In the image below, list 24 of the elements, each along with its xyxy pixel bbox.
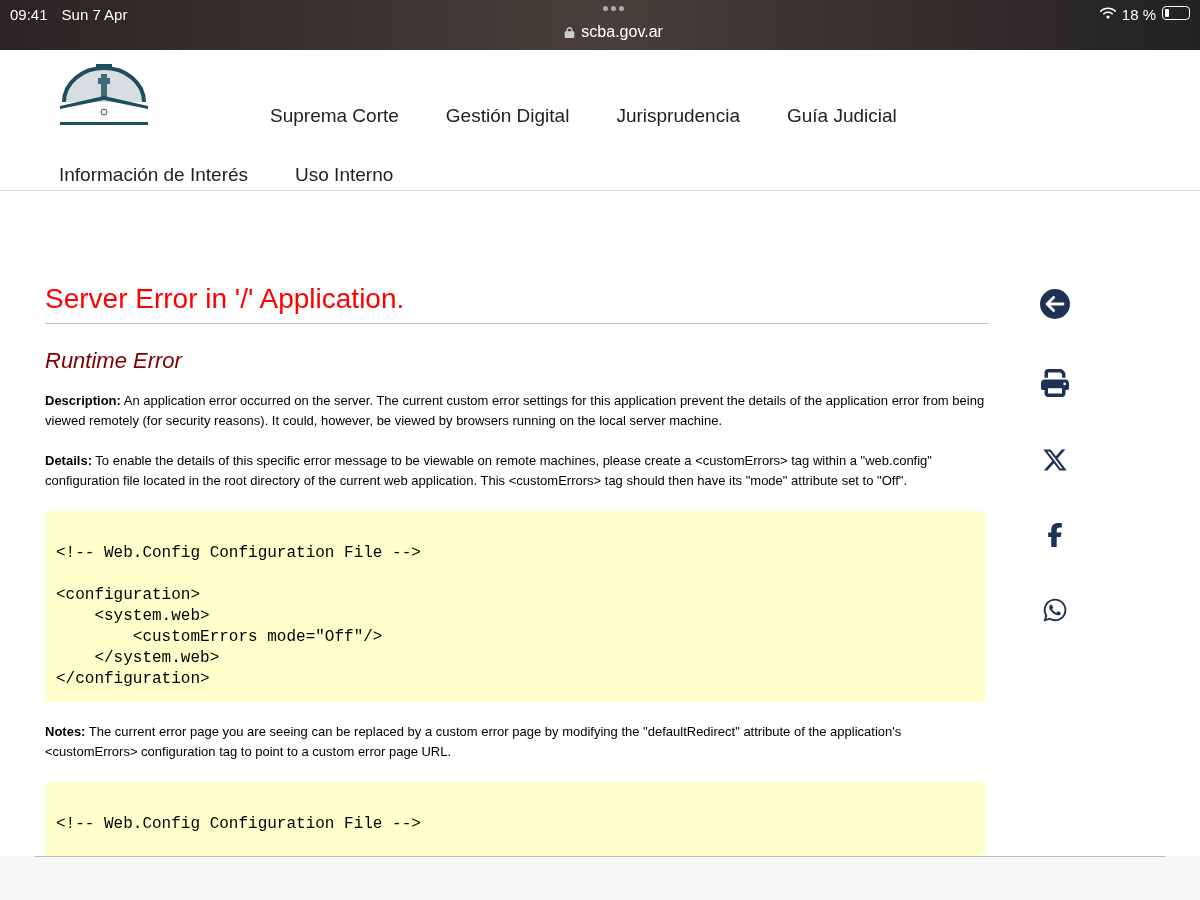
error-subtitle: Runtime Error <box>45 347 184 375</box>
error-title: Server Error in '/' Application. <box>45 281 988 324</box>
error-paragraph: Details: To enable the details of this specific error message to be viewable on remote machines, please create a <customErrors> tag within a "web.config" configuration file located in the root directory of the current web application. This <customErrors> tag should then have its "mode" attribute set to "Off". <box>45 452 933 490</box>
code-block: <!-- Web.Config Configuration File --> <configuration> <system.web> <customErrors mode="Off"/> </system.web> </configuration> <box>45 511 985 702</box>
code-block: <!-- Web.Config Configuration File --> <box>45 782 985 856</box>
more-icon[interactable] <box>601 4 626 12</box>
battery-level: 18 % <box>1121 5 1156 25</box>
wifi-icon <box>1099 5 1116 21</box>
address-bar[interactable]: scba.gov.ar <box>581 20 663 44</box>
whatsapp-icon[interactable] <box>1042 597 1068 623</box>
error-paragraph: Description: An application error occurred on the server. The current custom error settings for this application prevent the details of the application error from being viewed remotely (for security reasons). It could, however, be viewed by browsers running on the local server machine. <box>45 392 985 430</box>
nav-link[interactable]: Suprema Corte <box>270 102 399 131</box>
nav-link[interactable]: Uso Interno <box>295 160 394 189</box>
status-time: 09:41 <box>10 5 48 20</box>
print-icon[interactable] <box>1041 369 1069 397</box>
nav-link[interactable]: Guía Judicial <box>787 102 897 131</box>
battery-icon <box>1162 6 1190 20</box>
nav-link[interactable]: Gestión Digital <box>445 102 570 131</box>
nav-link[interactable]: Jurisprudencia <box>616 102 740 131</box>
nav-link[interactable]: Información de Interés <box>59 160 249 189</box>
x-icon[interactable] <box>1042 447 1068 473</box>
error-paragraph: Notes: The current error page you are seeing can be replaced by a custom error page by modifying the "defaultRedirect" attribute of the application's <customErrors> configuration tag to point to a custom error page URL. <box>45 723 903 761</box>
back-icon[interactable] <box>1040 289 1070 319</box>
lock-icon <box>564 26 576 38</box>
